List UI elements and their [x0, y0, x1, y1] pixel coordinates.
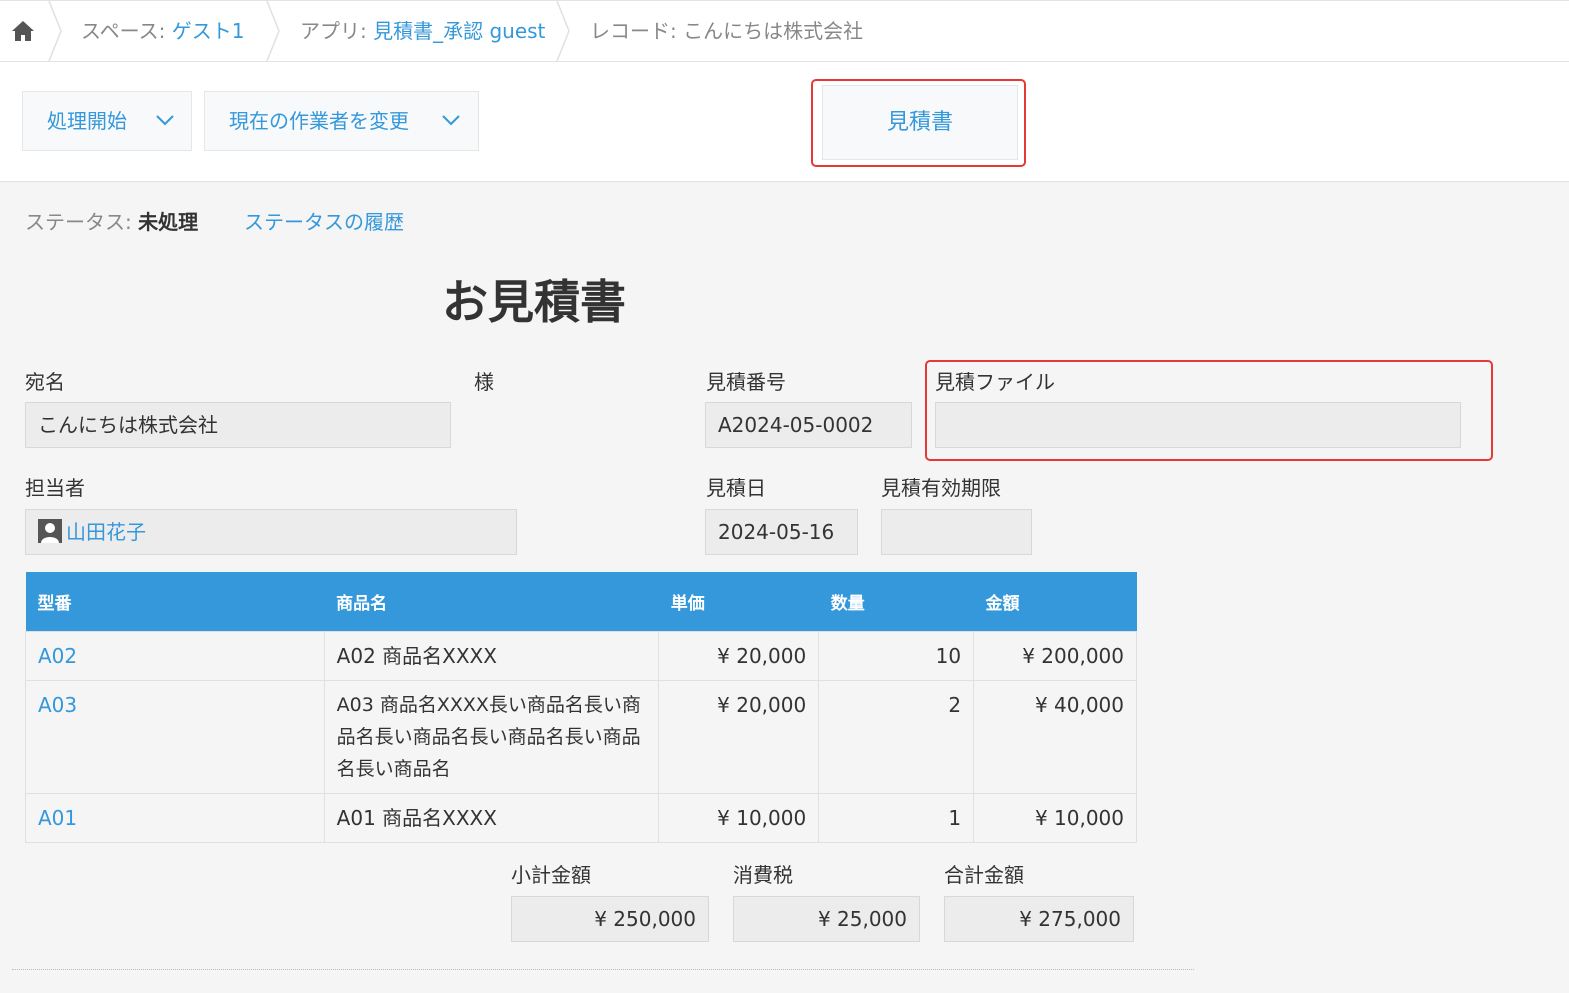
- status-history-link[interactable]: ステータスの履歴: [244, 206, 404, 235]
- cell-amount: ¥ 200,000: [973, 630, 1137, 681]
- person-link[interactable]: 山田花子: [66, 520, 146, 544]
- column-header-amount: 金額: [973, 572, 1137, 631]
- cell-price: ¥ 20,000: [658, 679, 820, 794]
- estimate-button[interactable]: 見積書: [822, 85, 1018, 160]
- record-toolbar: 処理開始 現在の作業者を変更 見積書: [0, 62, 1569, 182]
- change-assignee-dropdown[interactable]: 現在の作業者を変更: [204, 91, 479, 151]
- breadcrumb-separator: [556, 1, 570, 61]
- total-field: ¥ 275,000: [944, 896, 1134, 942]
- status-prefix: ステータス:: [25, 210, 139, 234]
- cell-name: A01 商品名XXXX: [323, 792, 660, 843]
- addressee-label: 宛名: [25, 370, 65, 394]
- breadcrumb-record-name: こんにちは株式会社: [683, 19, 864, 43]
- cell-price: ¥ 10,000: [658, 792, 820, 843]
- user-icon: [38, 519, 62, 543]
- quote-number-field: A2024-05-0002: [705, 402, 912, 448]
- breadcrumb-record: レコード: こんにちは株式会社: [590, 1, 863, 61]
- breadcrumb-app-prefix: アプリ:: [300, 19, 374, 43]
- cell-amount: ¥ 10,000: [973, 792, 1137, 843]
- quote-file-label: 見積ファイル: [935, 370, 1055, 394]
- breadcrumb-app-link[interactable]: 見積書_承認 guest: [373, 19, 545, 43]
- quote-file-field[interactable]: [935, 402, 1461, 448]
- items-table: 型番 商品名 単価 数量 金額 A02 A02 商品名XXXX ¥ 20,000…: [25, 572, 1137, 843]
- quote-number-label: 見積番号: [706, 370, 786, 394]
- valid-until-label: 見積有効期限: [881, 476, 1001, 500]
- home-icon[interactable]: [10, 19, 36, 43]
- tax-label: 消費税: [733, 863, 793, 887]
- breadcrumb-space-prefix: スペース:: [81, 19, 172, 43]
- honorific-label: 様: [474, 370, 494, 394]
- status-display: ステータス: 未処理: [25, 206, 198, 235]
- quote-date-label: 見積日: [706, 476, 766, 500]
- breadcrumb-separator: [48, 1, 62, 61]
- table-header-row: 型番 商品名 単価 数量 金額: [25, 572, 1137, 631]
- breadcrumb-app: アプリ: 見積書_承認 guest: [300, 1, 545, 61]
- start-process-dropdown[interactable]: 処理開始: [22, 91, 192, 151]
- cell-name: A03 商品名XXXX長い商品名長い商品名長い商品名長い商品名長い商品名長い商品…: [323, 679, 660, 794]
- cell-amount: ¥ 40,000: [973, 679, 1137, 794]
- person-label: 担当者: [25, 476, 85, 500]
- table-row: A01 A01 商品名XXXX ¥ 10,000 1 ¥ 10,000: [25, 792, 1137, 843]
- cell-price: ¥ 20,000: [658, 630, 820, 681]
- cell-qty: 10: [818, 630, 975, 681]
- breadcrumb-record-prefix: レコード:: [590, 19, 684, 43]
- start-process-label: 処理開始: [47, 109, 127, 133]
- breadcrumb-space-link[interactable]: ゲスト1: [172, 19, 245, 43]
- subtotal-field: ¥ 250,000: [511, 896, 709, 942]
- page-title: お見積書: [442, 275, 626, 329]
- change-assignee-label: 現在の作業者を変更: [229, 109, 409, 133]
- subtotal-label: 小計金額: [511, 863, 591, 887]
- total-label: 合計金額: [944, 863, 1024, 887]
- tax-field: ¥ 25,000: [733, 896, 920, 942]
- column-header-qty: 数量: [818, 572, 974, 631]
- status-value: 未処理: [138, 210, 199, 234]
- column-header-price: 単価: [658, 572, 819, 631]
- table-row: A02 A02 商品名XXXX ¥ 20,000 10 ¥ 200,000: [25, 630, 1137, 681]
- cell-code-link[interactable]: A03: [25, 679, 325, 794]
- divider: [12, 969, 1194, 970]
- cell-code-link[interactable]: A02: [25, 630, 325, 681]
- breadcrumb: スペース: ゲスト1 アプリ: 見積書_承認 guest レコード: こんにちは…: [0, 0, 1569, 62]
- valid-until-field: [881, 509, 1032, 555]
- breadcrumb-space: スペース: ゲスト1: [81, 1, 244, 61]
- chevron-down-icon: [156, 115, 174, 126]
- breadcrumb-separator: [266, 1, 280, 61]
- chevron-down-icon: [442, 115, 460, 126]
- table-row: A03 A03 商品名XXXX長い商品名長い商品名長い商品名長い商品名長い商品名…: [25, 679, 1137, 794]
- person-field: 山田花子: [25, 509, 517, 555]
- column-header-code: 型番: [25, 572, 325, 631]
- cell-code-link[interactable]: A01: [25, 792, 325, 843]
- quote-date-field: 2024-05-16: [705, 509, 858, 555]
- cell-qty: 2: [818, 679, 975, 794]
- column-header-name: 商品名: [324, 572, 659, 631]
- addressee-field: こんにちは株式会社: [25, 402, 451, 448]
- cell-qty: 1: [818, 792, 975, 843]
- cell-name: A02 商品名XXXX: [323, 630, 660, 681]
